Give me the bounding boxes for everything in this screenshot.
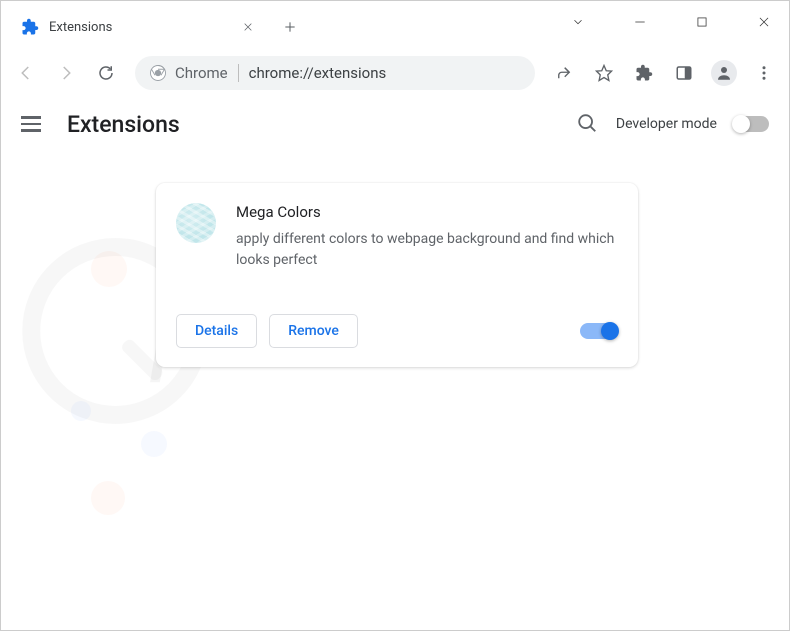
page-title: Extensions [67,111,180,138]
tab-extensions[interactable]: Extensions [9,9,269,45]
extensions-puzzle-icon[interactable] [627,56,661,90]
close-tab-icon[interactable] [239,18,257,36]
kebab-menu-icon[interactable] [747,56,781,90]
page-header: Extensions Developer mode [1,95,789,153]
puzzle-icon [21,18,39,36]
extension-card: Mega Colors apply different colors to we… [156,183,638,367]
address-bar[interactable]: Chrome chrome://extensions [135,56,535,90]
profile-avatar[interactable] [707,56,741,90]
developer-mode-toggle[interactable] [733,116,769,132]
new-tab-button[interactable] [275,12,305,42]
scheme-chip: Chrome [149,64,228,82]
divider [238,64,239,82]
hamburger-menu-icon[interactable] [21,110,49,138]
details-button[interactable]: Details [176,314,257,348]
scheme-label: Chrome [175,64,228,82]
browser-toolbar: Chrome chrome://extensions [1,51,789,95]
developer-mode-label: Developer mode [616,116,717,132]
bookmark-star-icon[interactable] [587,56,621,90]
extension-icon [176,203,216,243]
forward-button[interactable] [49,56,83,90]
remove-button[interactable]: Remove [269,314,358,348]
tab-strip: Extensions [1,3,789,45]
extension-enable-toggle[interactable] [580,323,618,339]
url-text: chrome://extensions [249,64,387,82]
back-button[interactable] [9,56,43,90]
reload-button[interactable] [89,56,123,90]
search-icon[interactable] [576,112,600,136]
extension-description: apply different colors to webpage backgr… [236,229,618,271]
tab-title: Extensions [49,20,229,35]
share-icon[interactable] [547,56,581,90]
side-panel-icon[interactable] [667,56,701,90]
extension-name: Mega Colors [236,203,618,221]
